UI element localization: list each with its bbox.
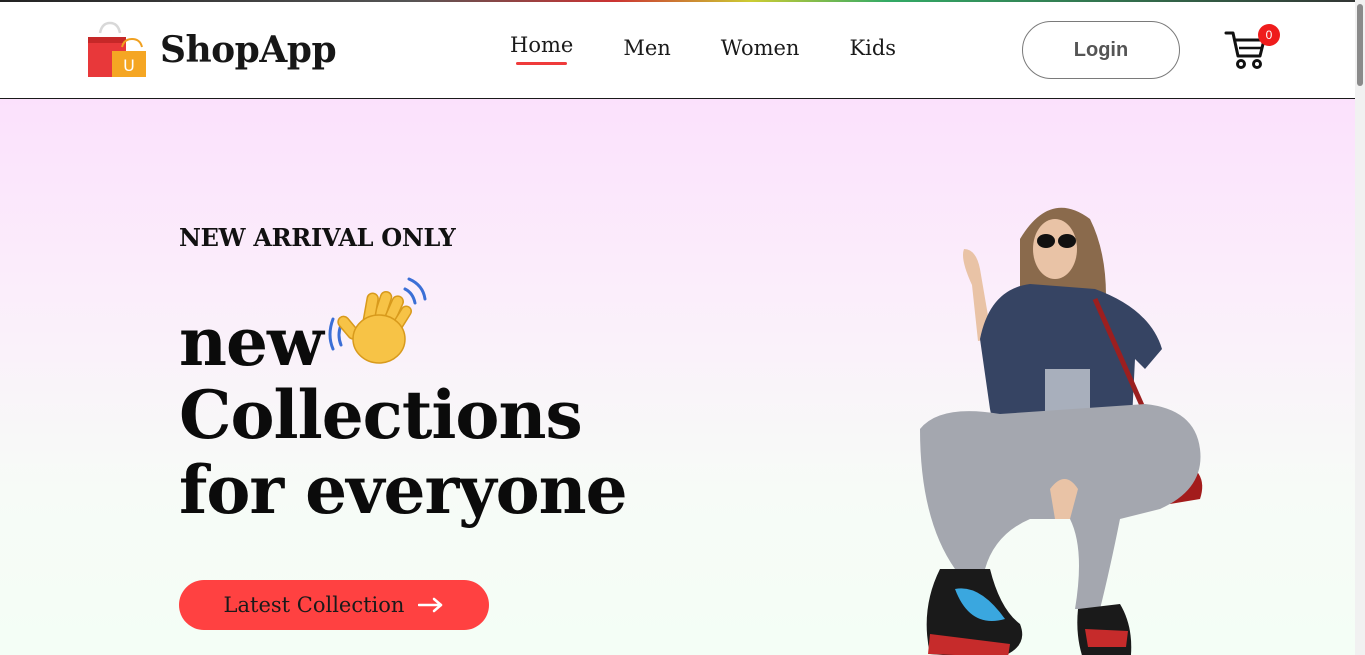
nav-item-label: Kids — [849, 36, 897, 60]
hero-heading-word: new — [179, 303, 324, 381]
main-nav: Home Men Women Kids — [510, 33, 896, 65]
nav-item-label: Women — [720, 36, 800, 60]
svg-text:U: U — [123, 56, 135, 75]
hero-model-image — [920, 207, 1203, 655]
login-button[interactable]: Login — [1022, 21, 1180, 79]
nav-item-label: Home — [510, 33, 574, 57]
nav-item-men[interactable]: Men — [623, 36, 670, 60]
cart-count-badge: 0 — [1258, 24, 1280, 46]
hero-heading-line-3: for everyone — [179, 451, 628, 529]
cart-button[interactable]: 0 — [1224, 24, 1280, 72]
cta-label: Latest Collection — [223, 593, 405, 617]
nav-item-label: Men — [623, 36, 671, 60]
brand-name: ShopApp — [160, 29, 337, 71]
navbar: U ShopApp Home Men Women Kids Login 0 — [0, 2, 1355, 99]
nav-item-women[interactable]: Women — [721, 36, 800, 60]
scrollbar-thumb[interactable] — [1357, 4, 1363, 86]
nav-item-home[interactable]: Home — [510, 33, 574, 65]
active-nav-underline — [516, 62, 568, 65]
hero-heading-line-1: new — [179, 275, 427, 375]
latest-collection-button[interactable]: Latest Collection — [179, 580, 489, 630]
hero-heading-line-2: Collections — [179, 376, 583, 454]
nav-item-kids[interactable]: Kids — [849, 36, 896, 60]
page-scrollbar[interactable] — [1355, 0, 1365, 655]
waving-hand-icon — [328, 277, 427, 364]
brand-logo[interactable]: U ShopApp — [86, 20, 337, 80]
shopping-bags-icon: U — [88, 21, 146, 77]
arrow-right-icon — [418, 597, 443, 613]
hero-eyebrow: NEW ARRIVAL ONLY — [179, 223, 456, 252]
hero-section: NEW ARRIVAL ONLY new Collections for eve… — [0, 99, 1355, 655]
